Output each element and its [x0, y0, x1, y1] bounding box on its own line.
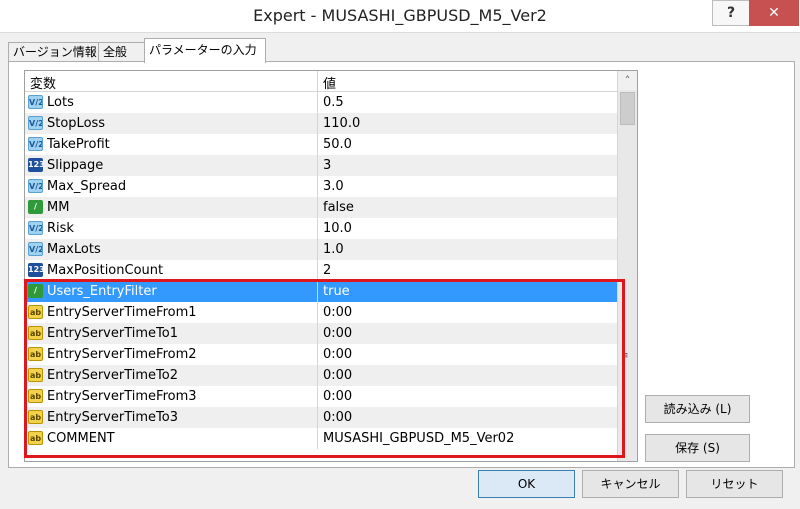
- row-value[interactable]: MUSASHI_GBPUSD_M5_Ver02: [323, 431, 514, 446]
- row-value[interactable]: 0:00: [323, 389, 352, 404]
- tab-general[interactable]: 全般: [98, 42, 150, 62]
- double-type-icon: V/2: [28, 242, 43, 256]
- tab-version-info[interactable]: バージョン情報: [8, 42, 104, 62]
- string-type-icon: ab: [28, 368, 43, 382]
- table-row[interactable]: ab EntryServerTimeFrom1 0:00: [25, 302, 617, 323]
- row-name: Risk: [47, 221, 74, 236]
- row-name: EntryServerTimeTo2: [47, 368, 178, 383]
- string-type-icon: ab: [28, 326, 43, 340]
- load-button[interactable]: 読み込み (L): [645, 395, 750, 423]
- table-row[interactable]: / MM false: [25, 197, 617, 218]
- row-value[interactable]: 110.0: [323, 116, 360, 131]
- table-row[interactable]: ab EntryServerTimeTo3 0:00: [25, 407, 617, 428]
- row-name: TakeProfit: [47, 137, 110, 152]
- table-row[interactable]: ab EntryServerTimeFrom3 0:00: [25, 386, 617, 407]
- table-row[interactable]: ab EntryServerTimeTo2 0:00: [25, 365, 617, 386]
- string-type-icon: ab: [28, 389, 43, 403]
- table-row[interactable]: V/2 Lots 0.5: [25, 92, 617, 113]
- table-row[interactable]: V/2 Max_Spread 3.0: [25, 176, 617, 197]
- string-type-icon: ab: [28, 410, 43, 424]
- row-value[interactable]: 10.0: [323, 221, 352, 236]
- help-button[interactable]: ?: [712, 0, 750, 26]
- string-type-icon: ab: [28, 431, 43, 445]
- double-type-icon: V/2: [28, 137, 43, 151]
- table-row-selected[interactable]: / Users_EntryFilter true: [25, 281, 617, 302]
- double-type-icon: V/2: [28, 221, 43, 235]
- row-name: EntryServerTimeTo3: [47, 410, 178, 425]
- double-type-icon: V/2: [28, 179, 43, 193]
- row-value[interactable]: 50.0: [323, 137, 352, 152]
- scroll-up-icon[interactable]: ˄: [618, 71, 637, 90]
- row-name: StopLoss: [47, 116, 106, 131]
- table-row[interactable]: V/2 Risk 10.0: [25, 218, 617, 239]
- scroll-thumb[interactable]: [620, 92, 635, 125]
- boolean-type-icon: /: [28, 284, 43, 298]
- table-row[interactable]: 123 MaxPositionCount 2: [25, 260, 617, 281]
- reset-button[interactable]: リセット: [686, 470, 783, 498]
- table-row[interactable]: ab EntryServerTimeFrom2 0:00: [25, 344, 617, 365]
- row-name: MaxLots: [47, 242, 101, 257]
- row-value[interactable]: 3.0: [323, 179, 344, 194]
- tab-input-parameters[interactable]: パラメーターの入力: [144, 38, 266, 63]
- close-button[interactable]: ✕: [749, 0, 799, 26]
- parameter-grid: 変数 値 V/2 Lots 0.5 V/2 StopLoss 110.0 V/2…: [24, 70, 638, 462]
- grid-header: 変数 値: [25, 71, 617, 92]
- row-name: EntryServerTimeTo1: [47, 326, 178, 341]
- row-value[interactable]: 2: [323, 263, 331, 278]
- row-value[interactable]: 0:00: [323, 347, 352, 362]
- header-value[interactable]: 値: [323, 73, 336, 92]
- row-name: Slippage: [47, 158, 104, 173]
- double-type-icon: V/2: [28, 116, 43, 130]
- row-value[interactable]: 0:00: [323, 368, 352, 383]
- row-value[interactable]: 0:00: [323, 410, 352, 425]
- ok-button[interactable]: OK: [478, 470, 575, 498]
- row-value[interactable]: 1.0: [323, 242, 344, 257]
- row-value[interactable]: 0:00: [323, 305, 352, 320]
- row-value[interactable]: 0.5: [323, 95, 344, 110]
- header-variable[interactable]: 変数: [30, 73, 56, 92]
- table-row[interactable]: V/2 MaxLots 1.0: [25, 239, 617, 260]
- cancel-button[interactable]: キャンセル: [582, 470, 679, 498]
- row-value[interactable]: 3: [323, 158, 331, 173]
- row-name: EntryServerTimeFrom3: [47, 389, 197, 404]
- row-name: EntryServerTimeFrom2: [47, 347, 197, 362]
- table-row[interactable]: ab COMMENT MUSASHI_GBPUSD_M5_Ver02: [25, 428, 617, 449]
- row-value[interactable]: 0:00: [323, 326, 352, 341]
- string-type-icon: ab: [28, 347, 43, 361]
- row-name: Lots: [47, 95, 74, 110]
- table-row[interactable]: V/2 TakeProfit 50.0: [25, 134, 617, 155]
- grip-icon: ≡: [621, 351, 629, 361]
- row-name: MaxPositionCount: [47, 263, 164, 278]
- table-row[interactable]: V/2 StopLoss 110.0: [25, 113, 617, 134]
- row-name: EntryServerTimeFrom1: [47, 305, 197, 320]
- row-name: COMMENT: [47, 431, 115, 446]
- vertical-scrollbar[interactable]: ˄: [617, 71, 637, 461]
- integer-type-icon: 123: [28, 263, 43, 277]
- table-row[interactable]: 123 Slippage 3: [25, 155, 617, 176]
- integer-type-icon: 123: [28, 158, 43, 172]
- row-name: Users_EntryFilter: [47, 284, 157, 299]
- row-name: MM: [47, 200, 70, 215]
- save-button[interactable]: 保存 (S): [645, 434, 750, 462]
- table-row[interactable]: ab EntryServerTimeTo1 0:00: [25, 323, 617, 344]
- row-value[interactable]: false: [323, 200, 354, 215]
- window-title: Expert - MUSASHI_GBPUSD_M5_Ver2: [253, 6, 547, 25]
- string-type-icon: ab: [28, 305, 43, 319]
- boolean-type-icon: /: [28, 200, 43, 214]
- row-value[interactable]: true: [323, 284, 350, 299]
- grid-rows: V/2 Lots 0.5 V/2 StopLoss 110.0 V/2 Take…: [25, 92, 617, 449]
- header-divider: [317, 71, 318, 91]
- double-type-icon: V/2: [28, 95, 43, 109]
- title-bar: Expert - MUSASHI_GBPUSD_M5_Ver2 ? ✕: [0, 0, 800, 33]
- row-name: Max_Spread: [47, 179, 127, 194]
